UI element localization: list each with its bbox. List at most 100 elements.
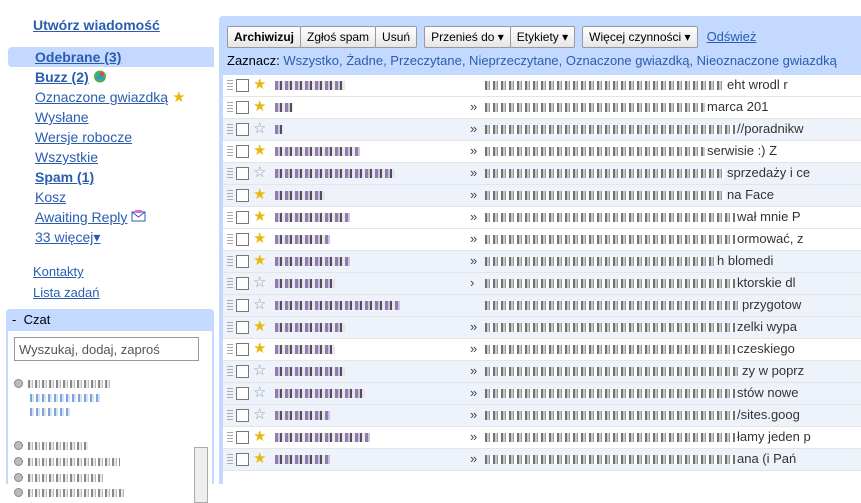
star-toggle-icon[interactable]: ★ (253, 230, 266, 248)
row-checkbox[interactable] (236, 145, 249, 158)
drag-handle-icon[interactable] (227, 454, 233, 465)
archive-button[interactable]: Archiwizuj (227, 26, 302, 48)
drag-handle-icon[interactable] (227, 322, 233, 333)
star-toggle-icon[interactable]: ★ (253, 208, 266, 226)
drag-handle-icon[interactable] (227, 344, 233, 355)
star-toggle-icon[interactable]: ☆ (253, 362, 266, 380)
drag-handle-icon[interactable] (227, 256, 233, 267)
row-checkbox[interactable] (236, 101, 249, 114)
star-toggle-icon[interactable]: ★ (253, 318, 266, 336)
labels-button[interactable]: Etykiety ▾ (509, 26, 576, 48)
row-checkbox[interactable] (236, 387, 249, 400)
star-toggle-icon[interactable]: ☆ (253, 164, 266, 182)
nav-awaiting-reply[interactable]: Awaiting Reply (0, 207, 214, 227)
chat-search-input[interactable]: Wyszukaj, dodaj, zaproś (14, 337, 199, 361)
message-row[interactable]: ★ » serwisie :) Z (223, 141, 861, 163)
nav-trash[interactable]: Kosz (0, 187, 214, 207)
message-row[interactable]: ★ » ormować, z (223, 229, 861, 251)
chat-contact[interactable] (14, 453, 120, 467)
star-toggle-icon[interactable]: ★ (253, 428, 266, 446)
drag-handle-icon[interactable] (227, 366, 233, 377)
message-row[interactable]: ☆ » //poradnikw (223, 119, 861, 141)
nav-spam[interactable]: Spam (1) (0, 167, 214, 187)
more-actions-button[interactable]: Więcej czynności ▾ (582, 26, 698, 48)
row-checkbox[interactable] (236, 321, 249, 334)
report-spam-button[interactable]: Zgłoś spam (300, 26, 377, 48)
row-checkbox[interactable] (236, 299, 249, 312)
star-toggle-icon[interactable]: ★ (253, 76, 266, 94)
drag-handle-icon[interactable] (227, 212, 233, 223)
chat-contact[interactable] (14, 437, 88, 451)
delete-button[interactable]: Usuń (375, 26, 418, 48)
drag-handle-icon[interactable] (227, 410, 233, 421)
row-checkbox[interactable] (236, 365, 249, 378)
nav-inbox[interactable]: Odebrane (3) (8, 47, 214, 67)
refresh-link[interactable]: Odśwież (707, 26, 757, 48)
message-row[interactable]: ★ » marca 201 (223, 97, 861, 119)
chat-header[interactable]: - Czat (6, 309, 214, 331)
row-checkbox[interactable] (236, 431, 249, 444)
chat-collapse-icon[interactable]: - (12, 312, 16, 327)
drag-handle-icon[interactable] (227, 432, 233, 443)
compose-link[interactable]: Utwórz wiadomość (33, 17, 160, 33)
star-toggle-icon[interactable]: ☆ (253, 274, 266, 292)
drag-handle-icon[interactable] (227, 124, 233, 135)
chat-contact[interactable] (14, 469, 103, 483)
nav-more[interactable]: 33 więcej▾ (0, 227, 214, 247)
message-row[interactable]: ★ » h blomedi (223, 251, 861, 273)
drag-handle-icon[interactable] (227, 300, 233, 311)
message-row[interactable]: ☆ przygotow (223, 295, 861, 317)
star-toggle-icon[interactable]: ★ (253, 98, 266, 116)
chat-scrollbar[interactable] (194, 447, 208, 503)
nav-sent[interactable]: Wysłane (0, 107, 214, 127)
row-checkbox[interactable] (236, 167, 249, 180)
star-toggle-icon[interactable]: ★ (253, 142, 266, 160)
message-row[interactable]: ★ » czeskiego (223, 339, 861, 361)
row-checkbox[interactable] (236, 233, 249, 246)
select-options[interactable]: Wszystko, Żadne, Przeczytane, Nieprzeczy… (283, 53, 836, 68)
row-checkbox[interactable] (236, 123, 249, 136)
drag-handle-icon[interactable] (227, 80, 233, 91)
message-row[interactable]: ★ » zelki wypa (223, 317, 861, 339)
contacts-link[interactable]: Kontakty (33, 261, 100, 282)
drag-handle-icon[interactable] (227, 190, 233, 201)
row-checkbox[interactable] (236, 255, 249, 268)
star-toggle-icon[interactable]: ☆ (253, 384, 266, 402)
row-checkbox[interactable] (236, 277, 249, 290)
message-row[interactable]: ☆ » sprzedaży i ce (223, 163, 861, 185)
drag-handle-icon[interactable] (227, 168, 233, 179)
message-row[interactable]: ☆ » stów nowe (223, 383, 861, 405)
star-toggle-icon[interactable]: ★ (253, 186, 266, 204)
message-row[interactable]: ★ » łamy jeden p (223, 427, 861, 449)
message-row[interactable]: ☆ » zy w poprz (223, 361, 861, 383)
row-checkbox[interactable] (236, 409, 249, 422)
drag-handle-icon[interactable] (227, 278, 233, 289)
drag-handle-icon[interactable] (227, 102, 233, 113)
drag-handle-icon[interactable] (227, 234, 233, 245)
row-checkbox[interactable] (236, 79, 249, 92)
row-checkbox[interactable] (236, 211, 249, 224)
message-row[interactable]: ★ eht wrodl r (223, 75, 861, 97)
row-checkbox[interactable] (236, 189, 249, 202)
star-toggle-icon[interactable]: ☆ (253, 120, 266, 138)
chat-contact[interactable] (14, 375, 110, 389)
chat-contact[interactable] (14, 484, 126, 498)
message-row[interactable]: ☆ » /sites.goog (223, 405, 861, 427)
star-toggle-icon[interactable]: ★ (253, 340, 266, 358)
row-checkbox[interactable] (236, 453, 249, 466)
nav-all-mail[interactable]: Wszystkie (0, 147, 214, 167)
drag-handle-icon[interactable] (227, 388, 233, 399)
nav-buzz[interactable]: Buzz (2) (0, 67, 214, 87)
star-toggle-icon[interactable]: ★ (253, 450, 266, 468)
nav-starred[interactable]: Oznaczone gwiazdką ★ (0, 87, 214, 107)
star-toggle-icon[interactable]: ☆ (253, 296, 266, 314)
message-row[interactable]: ★ » wał mnie P (223, 207, 861, 229)
message-row[interactable]: ★ » ana (i Pań (223, 449, 861, 471)
message-row[interactable]: ★ » na Face (223, 185, 861, 207)
move-to-button[interactable]: Przenieś do ▾ (424, 26, 511, 48)
star-toggle-icon[interactable]: ☆ (253, 406, 266, 424)
nav-drafts[interactable]: Wersje robocze (0, 127, 214, 147)
row-checkbox[interactable] (236, 343, 249, 356)
tasks-link[interactable]: Lista zadań (33, 282, 100, 303)
drag-handle-icon[interactable] (227, 146, 233, 157)
